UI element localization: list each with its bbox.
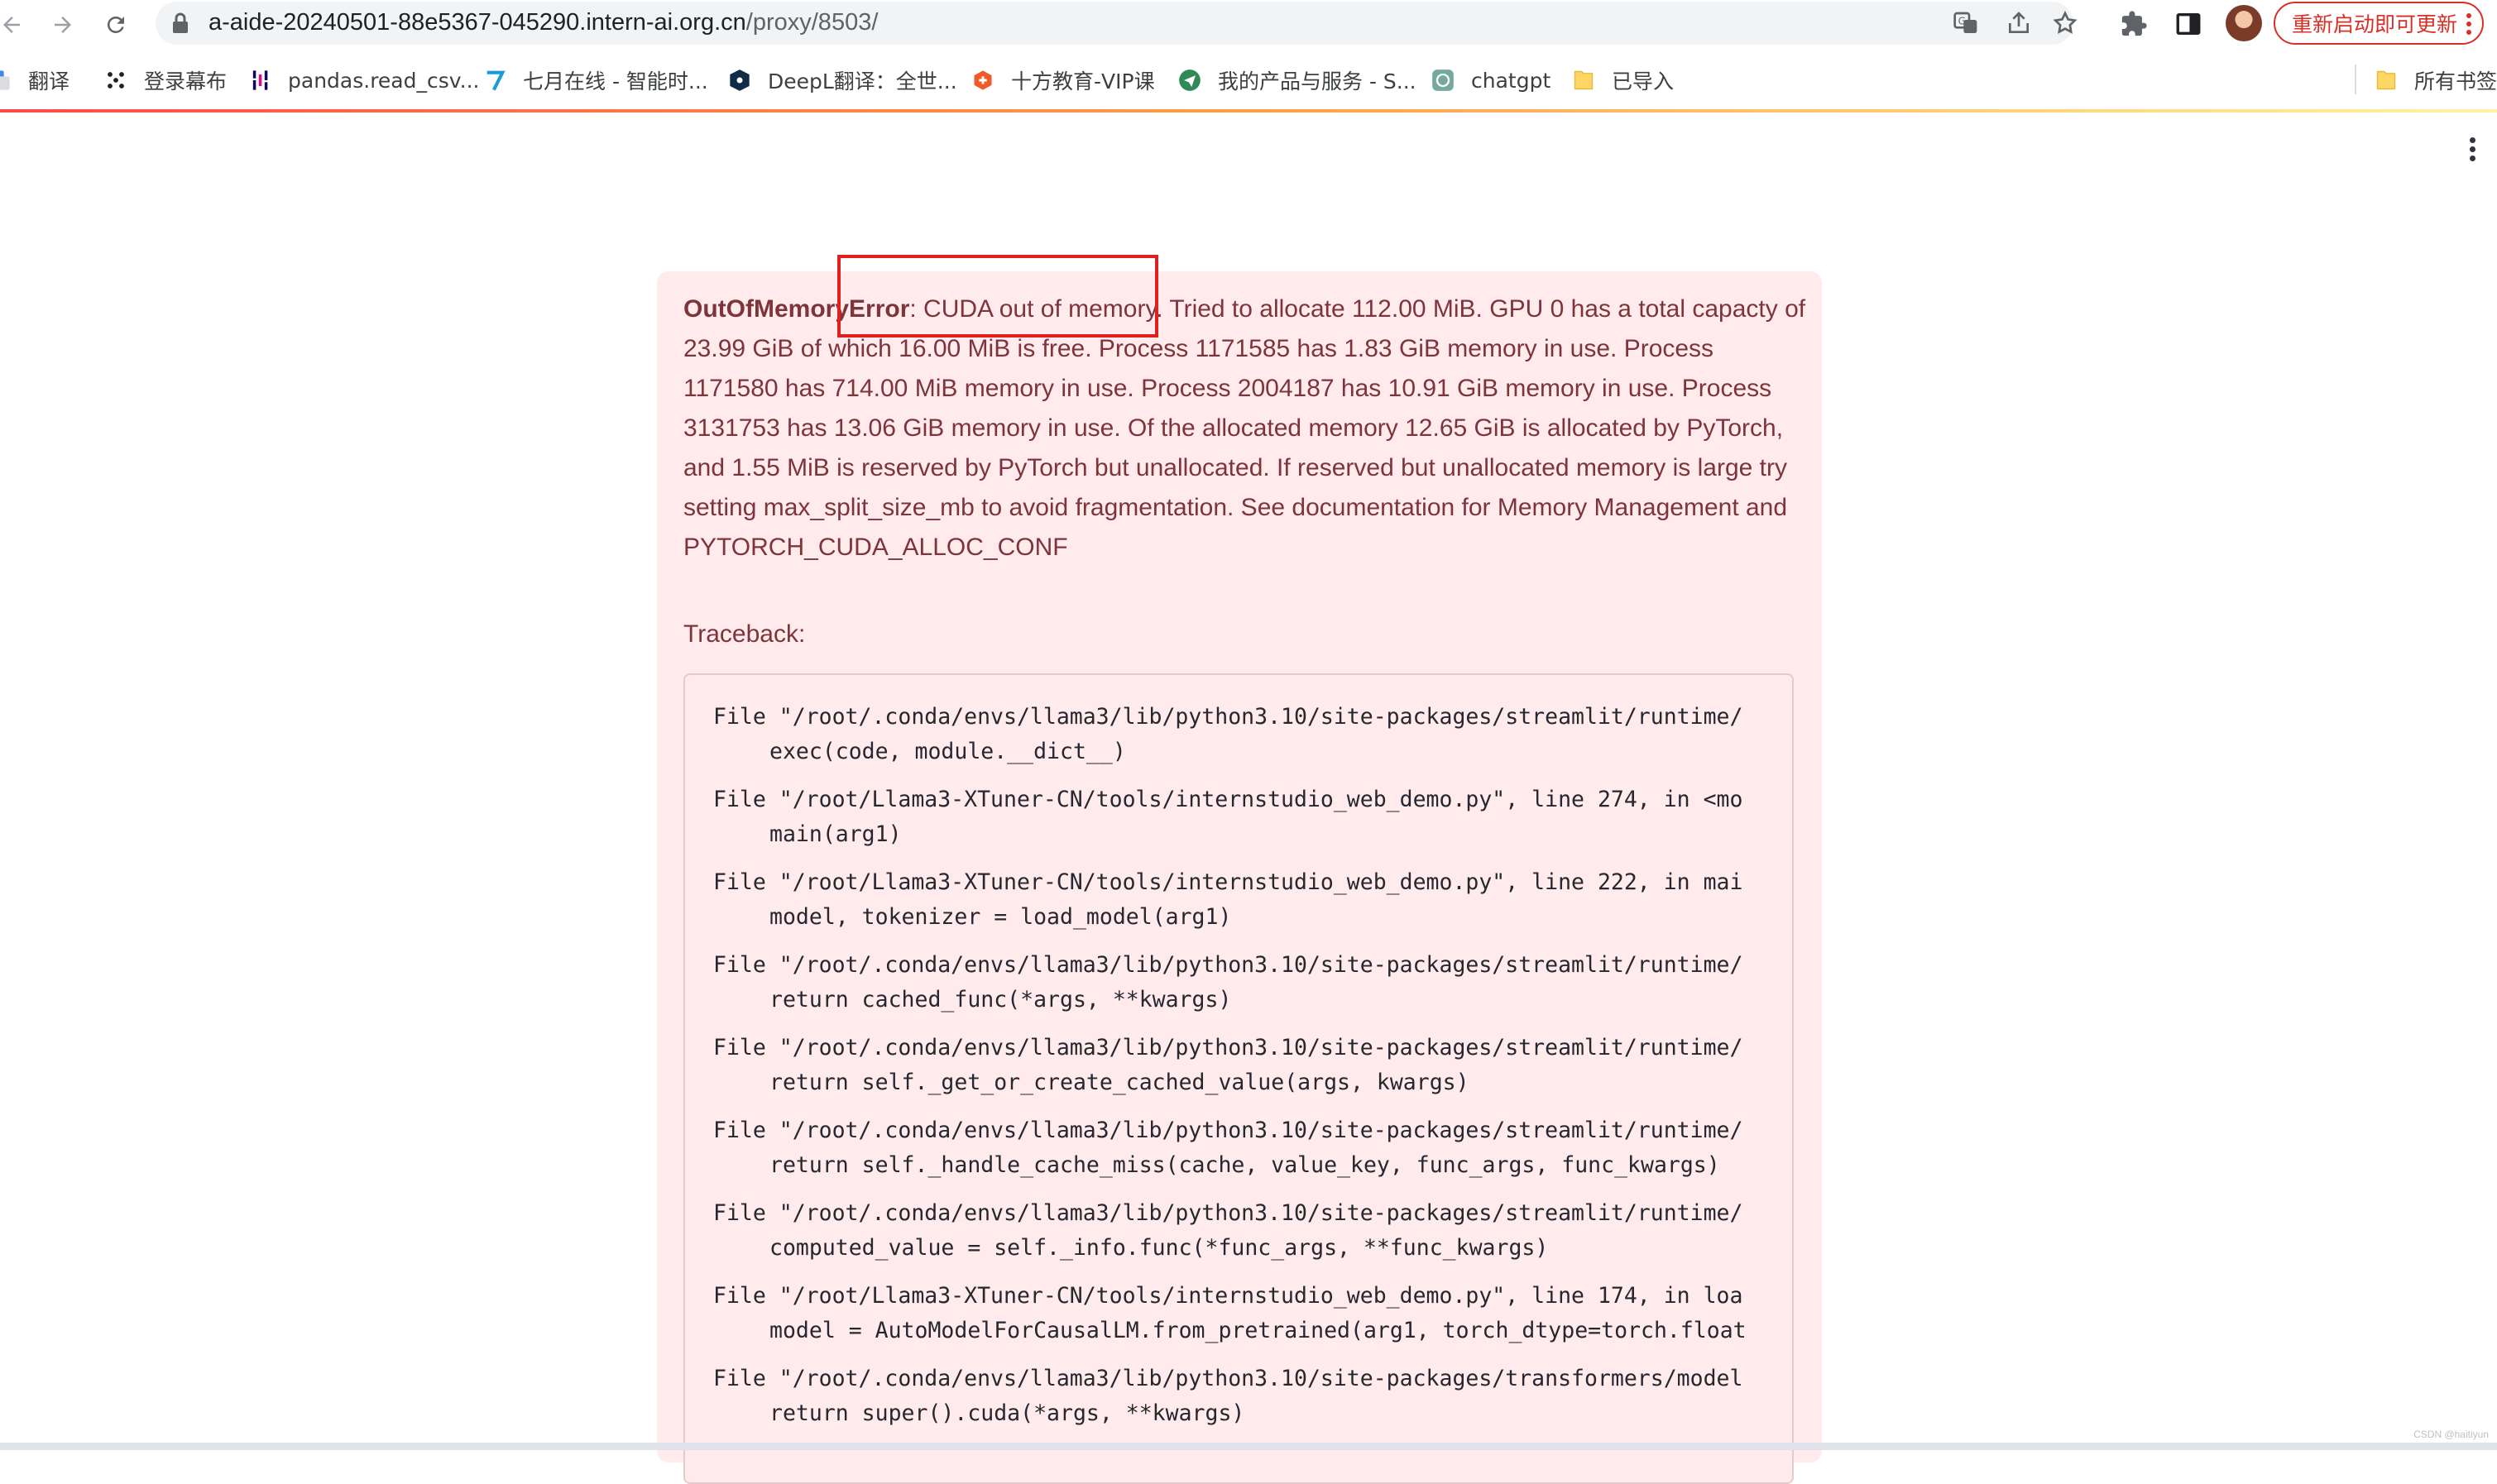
browser-toolbar: a-aide-20240501-88e5367-045290.intern-ai… [0, 0, 2497, 50]
bookmarks-separator [2355, 65, 2356, 94]
traceback-frame: File "/root/.conda/envs/llama3/lib/pytho… [713, 1362, 1792, 1444]
bookmark-label: 十方教育-VIP课 [1011, 69, 1155, 93]
error-alert: OutOfMemoryError: CUDA out of memory. Tr… [657, 271, 1822, 1484]
address-bar[interactable]: a-aide-20240501-88e5367-045290.intern-ai… [156, 2, 2078, 45]
traceback-code-block[interactable]: File "/root/.conda/envs/llama3/lib/pytho… [683, 673, 1794, 1484]
traceback-file-line: File "/root/Llama3-XTuner-CN/tools/inter… [713, 787, 1743, 812]
traceback-code-line: return super().cuda(*args, **kwargs) [769, 1400, 1245, 1426]
paper-plane-icon [1179, 69, 1201, 91]
traceback-frame: File "/root/.conda/envs/llama3/lib/pytho… [713, 700, 1792, 783]
share-icon[interactable] [2006, 10, 2032, 36]
url-text[interactable]: a-aide-20240501-88e5367-045290.intern-ai… [208, 9, 878, 36]
traceback-file-line: File "/root/.conda/envs/llama3/lib/pytho… [713, 1118, 1743, 1143]
traceback-file-line: File "/root/.conda/envs/llama3/lib/pytho… [713, 704, 1743, 730]
arrow-right-icon [55, 17, 71, 33]
pandas-icon [252, 70, 268, 90]
bookmark-label: DeepL翻译：全世... [768, 69, 957, 93]
bookmark-label: 所有书签 [2414, 69, 2497, 93]
side-panel-icon[interactable] [2174, 10, 2202, 38]
bookmark-label: 已导入 [1612, 69, 1675, 93]
profile-avatar[interactable] [2226, 5, 2262, 41]
bookmark-chatgpt[interactable]: chatgpt [1431, 65, 1550, 96]
traceback-code-line: exec(code, module.__dict__) [769, 739, 1126, 764]
bookmark-star-icon[interactable] [2052, 10, 2078, 36]
mubu-icon [108, 72, 124, 89]
bookmark-label: 七月在线 - 智能时... [523, 69, 708, 93]
bookmark-julyedu[interactable]: 七月在线 - 智能时... [483, 65, 708, 96]
traceback-file-line: File "/root/Llama3-XTuner-CN/tools/inter… [713, 869, 1743, 895]
shifang-icon [974, 70, 992, 90]
page-bottom-edge [0, 1443, 2497, 1450]
traceback-frame: File "/root/.conda/envs/llama3/lib/pytho… [713, 1196, 1792, 1279]
folder-icon [2376, 70, 2396, 90]
traceback-frame: File "/root/.conda/envs/llama3/lib/pytho… [713, 1031, 1792, 1113]
watermark: CSDN @haitiyun [2413, 1429, 2489, 1440]
traceback-frame: File "/root/.conda/envs/llama3/lib/pytho… [713, 948, 1792, 1031]
traceback-list: File "/root/.conda/envs/llama3/lib/pytho… [713, 700, 1792, 1444]
traceback-file-line: File "/root/Llama3-XTuner-CN/tools/inter… [713, 1283, 1743, 1309]
bookmark-deepl[interactable]: DeepL翻译：全世... [728, 65, 957, 96]
back-button[interactable] [0, 7, 30, 43]
annotation-highlight-box [837, 255, 1158, 337]
traceback-file-line: File "/root/.conda/envs/llama3/lib/pytho… [713, 1200, 1743, 1226]
arrow-left-icon [3, 17, 20, 33]
update-button-label: 重新启动即可更新 [2292, 12, 2458, 36]
extensions-puzzle-icon[interactable] [2120, 10, 2148, 38]
traceback-code-line: return cached_func(*args, **kwargs) [769, 987, 1232, 1012]
lock-icon [173, 12, 188, 33]
traceback-code-line: model, tokenizer = load_model(arg1) [769, 904, 1232, 930]
traceback-frame: File "/root/Llama3-XTuner-CN/tools/inter… [713, 865, 1792, 948]
traceback-code-line: return self._get_or_create_cached_value(… [769, 1070, 1469, 1095]
traceback-file-line: File "/root/.conda/envs/llama3/lib/pytho… [713, 1366, 1743, 1391]
main-menu-button[interactable] [2469, 137, 2477, 162]
url-path: /proxy/8503/ [745, 9, 879, 36]
traceback-file-line: File "/root/.conda/envs/llama3/lib/pytho… [713, 952, 1743, 978]
reload-icon [107, 16, 124, 33]
deepl-icon [730, 69, 750, 91]
traceback-label: Traceback: [683, 620, 806, 648]
url-host: a-aide-20240501-88e5367-045290.intern-ai… [208, 9, 746, 36]
traceback-file-line: File "/root/.conda/envs/llama3/lib/pytho… [713, 1035, 1743, 1060]
reload-button[interactable] [98, 7, 134, 43]
relaunch-update-button[interactable]: 重新启动即可更新 [2274, 2, 2484, 45]
translate-page-icon[interactable]: G [1953, 10, 1979, 36]
bookmark-pandas[interactable]: pandas.read_csv... [248, 65, 479, 96]
app-header-decoration [0, 109, 2497, 112]
bookmark-shifang[interactable]: 十方教育-VIP课 [971, 65, 1155, 96]
bookmark-imported-folder[interactable]: 已导入 [1572, 65, 1674, 96]
traceback-frame: File "/root/.conda/envs/llama3/lib/pytho… [713, 1113, 1792, 1196]
bookmark-translate[interactable]: 翻译 [0, 65, 69, 96]
traceback-frame: File "/root/Llama3-XTuner-CN/tools/inter… [713, 1279, 1792, 1362]
traceback-code-line: computed_value = self._info.func(*func_a… [769, 1235, 1549, 1261]
bookmarks-bar: 翻译 登录幕布 pandas.read_csv... 七月在线 - 智能时...… [0, 53, 2497, 108]
more-vertical-icon [2466, 13, 2471, 35]
google-translate-icon [0, 70, 10, 90]
bookmark-mubu[interactable]: 登录幕布 [104, 65, 227, 96]
forward-button[interactable] [45, 7, 81, 43]
bookmark-products[interactable]: 我的产品与服务 - S... [1178, 65, 1416, 96]
bookmark-label: chatgpt [1471, 68, 1551, 93]
bookmark-label: 翻译 [28, 69, 70, 93]
bookmark-label: 登录幕布 [144, 69, 228, 93]
traceback-frame: File "/root/Llama3-XTuner-CN/tools/inter… [713, 783, 1792, 865]
traceback-code-line: main(arg1) [769, 821, 902, 847]
openai-icon [1432, 69, 1454, 91]
bookmark-label: 我的产品与服务 - S... [1218, 69, 1416, 93]
bookmark-label: pandas.read_csv... [288, 68, 480, 93]
traceback-code-line: model = AutoModelForCausalLM.from_pretra… [769, 1318, 1747, 1343]
bookmark-all-bookmarks[interactable]: 所有书签 [2375, 65, 2497, 96]
folder-icon [1574, 70, 1594, 90]
svg-text:G: G [1958, 15, 1966, 26]
julyedu-icon [486, 70, 506, 91]
traceback-code-line: return self._handle_cache_miss(cache, va… [769, 1152, 1720, 1178]
